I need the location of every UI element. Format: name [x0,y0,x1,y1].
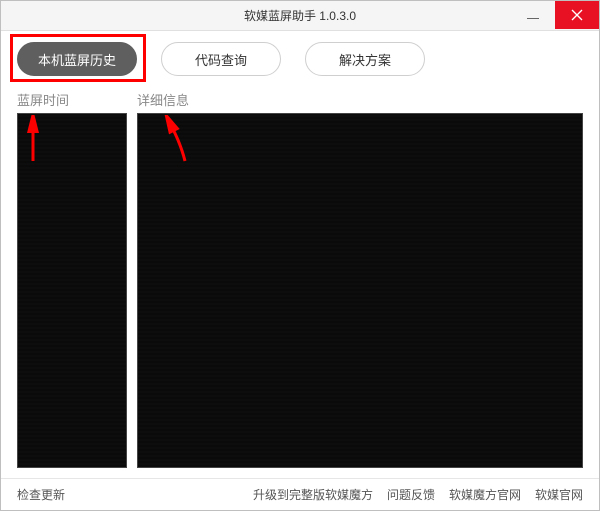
tab-code-lookup[interactable]: 代码查询 [161,42,281,76]
link-ruanmei-site[interactable]: 软媒官网 [535,486,583,503]
link-check-update[interactable]: 检查更新 [17,486,65,503]
panel-detail[interactable] [137,113,583,468]
close-icon [571,9,583,21]
window-buttons [511,1,599,31]
tab-solution-label: 解决方案 [339,50,391,69]
footer: 检查更新 升级到完整版软媒魔方 问题反馈 软媒魔方官网 软媒官网 [1,478,599,510]
link-mofang-site[interactable]: 软媒魔方官网 [449,486,521,503]
titlebar[interactable]: 软媒蓝屏助手 1.0.3.0 [1,1,599,31]
minimize-icon [527,18,539,19]
tab-code-lookup-label: 代码查询 [195,50,247,69]
panel-headers: 蓝屏时间 详细信息 [1,87,599,111]
footer-right: 升级到完整版软媒魔方 问题反馈 软媒魔方官网 软媒官网 [253,486,583,503]
link-feedback[interactable]: 问题反馈 [387,486,435,503]
tab-history[interactable]: 本机蓝屏历史 [17,42,137,76]
header-detail: 详细信息 [137,90,583,109]
panel-bsod-time[interactable] [17,113,127,468]
app-window: 软媒蓝屏助手 1.0.3.0 本机蓝屏历史 代码查询 解决方案 蓝屏时间 详 [0,0,600,511]
tab-history-label: 本机蓝屏历史 [38,50,116,69]
minimize-button[interactable] [511,1,555,29]
window-title: 软媒蓝屏助手 1.0.3.0 [244,7,356,24]
content-panels [1,111,599,478]
tab-bar: 本机蓝屏历史 代码查询 解决方案 [1,31,599,87]
tab-solution[interactable]: 解决方案 [305,42,425,76]
header-bsod-time: 蓝屏时间 [17,90,127,109]
link-upgrade-full[interactable]: 升级到完整版软媒魔方 [253,486,373,503]
close-button[interactable] [555,1,599,29]
